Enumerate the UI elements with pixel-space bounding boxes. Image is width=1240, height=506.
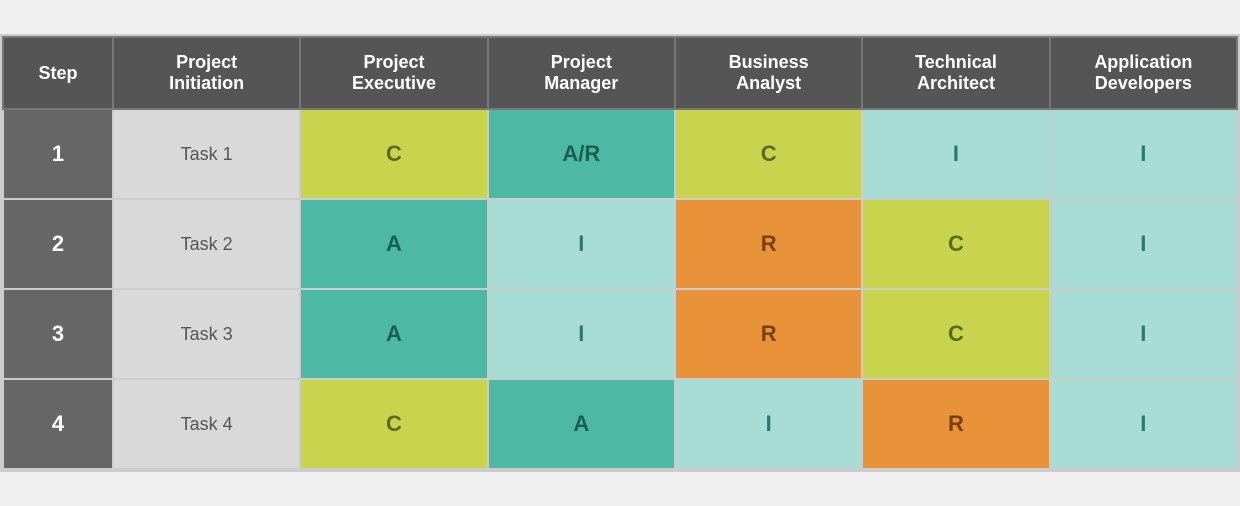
header-project-executive: ProjectExecutive (300, 37, 487, 109)
step-cell-1: 1 (3, 109, 113, 199)
project-manager-cell-3: I (488, 289, 675, 379)
step-cell-4: 4 (3, 379, 113, 469)
header-technical-architect: TechnicalArchitect (862, 37, 1049, 109)
business-analyst-cell-2: R (675, 199, 862, 289)
business-analyst-cell-1: C (675, 109, 862, 199)
header-application-developers: ApplicationDevelopers (1050, 37, 1237, 109)
task-cell-2: Task 2 (113, 199, 300, 289)
application-developers-cell-2: I (1050, 199, 1237, 289)
project-executive-cell-2: A (300, 199, 487, 289)
technical-architect-cell-3: C (862, 289, 1049, 379)
step-cell-3: 3 (3, 289, 113, 379)
project-manager-cell-4: A (488, 379, 675, 469)
header-business-analyst: BusinessAnalyst (675, 37, 862, 109)
step-cell-2: 2 (3, 199, 113, 289)
technical-architect-cell-4: R (862, 379, 1049, 469)
header-step: Step (3, 37, 113, 109)
project-executive-cell-4: C (300, 379, 487, 469)
business-analyst-cell-3: R (675, 289, 862, 379)
technical-architect-cell-1: I (862, 109, 1049, 199)
task-cell-3: Task 3 (113, 289, 300, 379)
task-cell-4: Task 4 (113, 379, 300, 469)
task-cell-1: Task 1 (113, 109, 300, 199)
raci-table-wrapper: Step ProjectInitiation ProjectExecutive … (0, 34, 1240, 472)
application-developers-cell-4: I (1050, 379, 1237, 469)
header-project-initiation: ProjectInitiation (113, 37, 300, 109)
business-analyst-cell-4: I (675, 379, 862, 469)
raci-table: Step ProjectInitiation ProjectExecutive … (2, 36, 1238, 470)
project-executive-cell-3: A (300, 289, 487, 379)
technical-architect-cell-2: C (862, 199, 1049, 289)
project-manager-cell-1: A/R (488, 109, 675, 199)
project-executive-cell-1: C (300, 109, 487, 199)
project-manager-cell-2: I (488, 199, 675, 289)
header-project-manager: ProjectManager (488, 37, 675, 109)
application-developers-cell-1: I (1050, 109, 1237, 199)
application-developers-cell-3: I (1050, 289, 1237, 379)
